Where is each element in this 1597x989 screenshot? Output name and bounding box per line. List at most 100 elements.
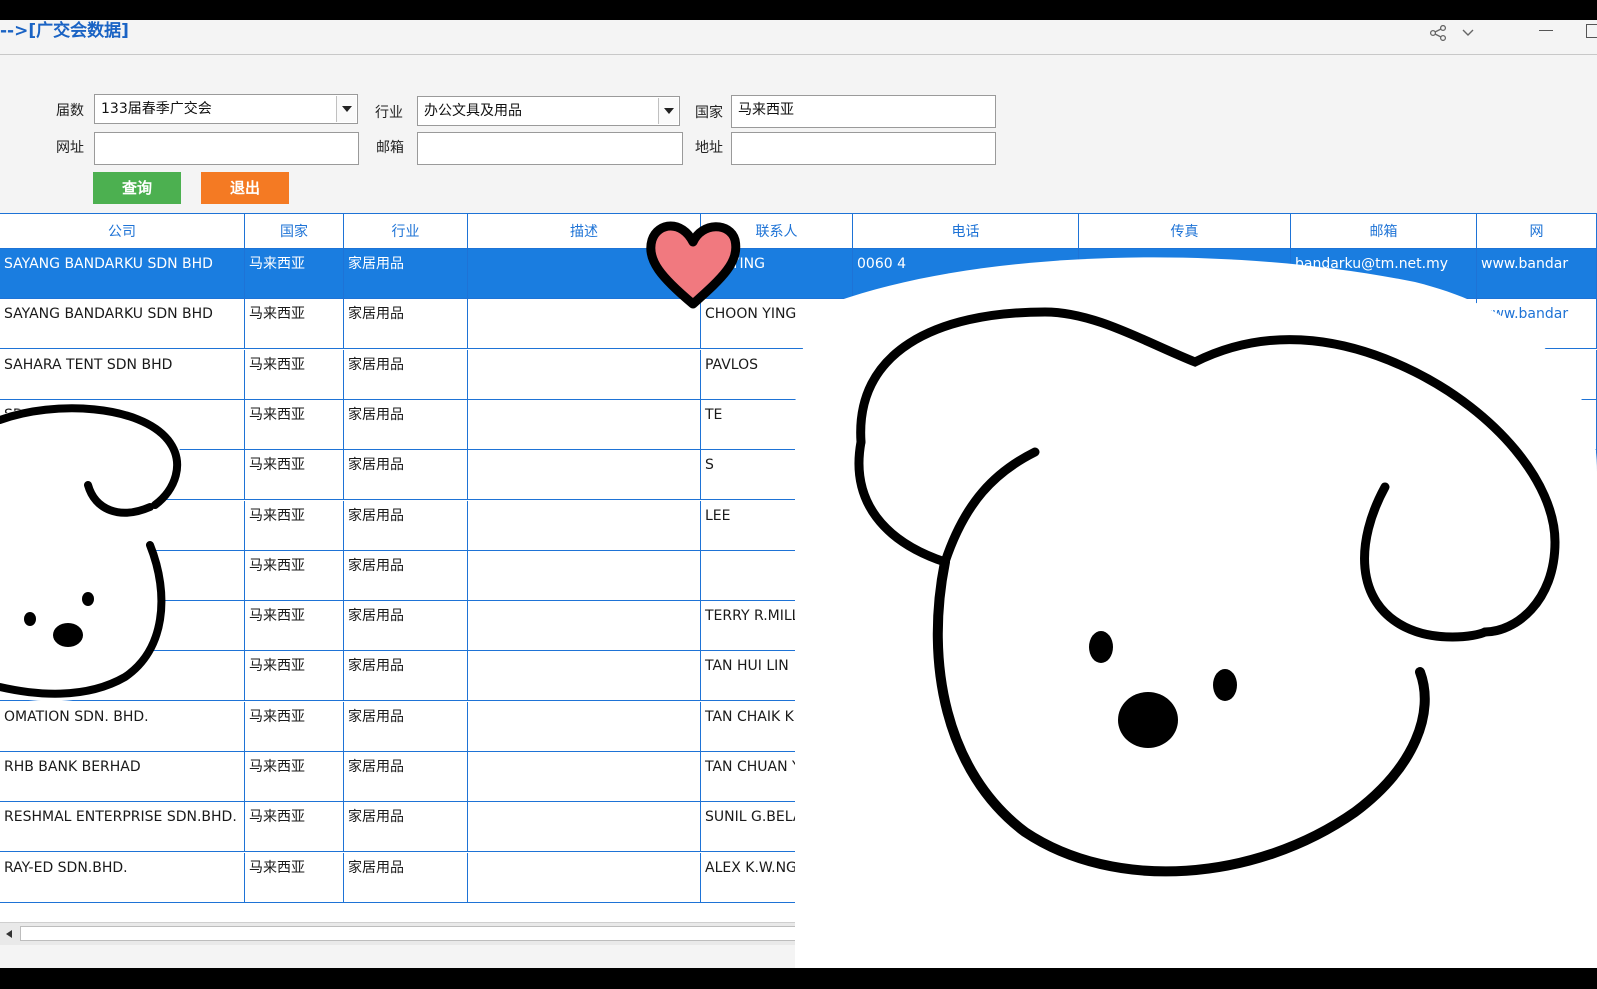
table-row[interactable]: RHB BANK BERHAD 马来西亚 家居用品 TAN CHUAN YU 0060 U… (0, 752, 1597, 802)
table-cell-phone (853, 550, 1079, 600)
table-cell-desc (468, 852, 701, 902)
table-cell-web: www.bandar (1477, 249, 1597, 298)
table-row[interactable]: E SDN 马来西亚 家居用品 TAN HUI LIN 0060 (0, 651, 1597, 702)
column-header[interactable]: 国家 (245, 214, 344, 248)
table-cell-web (1477, 349, 1597, 399)
table-row[interactable]: SAYANG BANDARKU SDN BHD 马来西亚 家居用品 ON YING 00… (0, 249, 1597, 299)
chevron-down-icon[interactable] (336, 96, 356, 122)
table-row[interactable]: SAYANG BANDARKU SDN BHD 马来西亚 家居用品 CHOON YIN… (0, 299, 1597, 350)
table-cell-web (1477, 651, 1597, 701)
table-cell-industry: 家居用品 (344, 651, 468, 701)
table-row[interactable]: RADERS 马来西亚 家居用品 TERRY R.MILLS 0060 (0, 601, 1597, 652)
table-cell-email (1291, 701, 1477, 751)
minimize-icon[interactable] (1539, 30, 1553, 31)
table-cell-country: 马来西亚 (245, 349, 344, 399)
table-row[interactable]: SAHARA TENT SDN BHD 马来西亚 家居用品 PAVLOS (0, 349, 1597, 400)
industry-select[interactable]: 办公文具及用品 (417, 96, 680, 126)
table-row[interactable]: SDN 马来西亚 家居用品 TE (0, 399, 1597, 450)
table-row[interactable]: OMATION SDN. BHD. 马来西亚 家居用品 TAN CHAIK KHOON… (0, 701, 1597, 752)
column-header[interactable]: 行业 (344, 214, 468, 248)
session-select[interactable]: 133届春季广交会 (94, 94, 358, 124)
table-cell-desc (468, 500, 701, 550)
exit-button[interactable]: 退出 (201, 172, 289, 204)
table-cell-email (1291, 550, 1477, 600)
table-cell-email (1291, 601, 1477, 651)
table-cell-company: SAYANG BANDARKU SDN BHD (0, 299, 245, 349)
query-button[interactable]: 查询 (93, 172, 181, 204)
table-cell-email: ROTALL@21CN.COM;ROT (1291, 852, 1477, 902)
table-cell-phone: 0060 166856828 (853, 852, 1079, 902)
table-row[interactable]: RESHMAL ENTERPRISE SDN.BHD. 马来西亚 家居用品 SUNIL… (0, 802, 1597, 853)
table-cell-fax (1079, 651, 1291, 701)
session-label: 届数 (56, 103, 84, 119)
column-header[interactable]: 网 (1477, 214, 1597, 248)
column-header[interactable]: 邮箱 (1291, 214, 1477, 248)
column-header[interactable]: 描述 (468, 214, 701, 248)
window-title: -->[广交会数据] (0, 21, 129, 41)
table-cell-industry: 家居用品 (344, 299, 468, 349)
table-cell-web (1477, 399, 1597, 449)
table-cell-phone (853, 299, 1079, 349)
table-cell-desc (468, 399, 701, 449)
table-cell-web (1477, 500, 1597, 550)
table-cell-phone: 0060 (853, 651, 1079, 701)
country-input[interactable]: 马来西亚 (731, 95, 996, 128)
table-cell-contact: TAN CHAIK KHOON (701, 701, 853, 751)
share-icon[interactable] (1429, 25, 1447, 41)
table-cell-desc (468, 249, 701, 298)
column-header[interactable]: 公司 (0, 214, 245, 248)
table-cell-industry: 家居用品 (344, 450, 468, 500)
email-label: 邮箱 (376, 140, 404, 156)
table-cell-country: 马来西亚 (245, 852, 344, 902)
scroll-left-arrow-icon[interactable] (2, 927, 16, 941)
scrollbar-thumb[interactable] (20, 926, 1320, 941)
maximize-icon[interactable] (1586, 24, 1597, 38)
table-cell-phone: 0060 3 79543073/795 (853, 802, 1079, 852)
table-row[interactable]: RAY-ED SDN.BHD. 马来西亚 家居用品 ALEX K.W.NG 0060 1… (0, 852, 1597, 903)
table-cell-country: 马来西亚 (245, 399, 344, 449)
email-input[interactable] (417, 132, 683, 165)
app-window: -->[广交会数据] 届数 133届春季广交会 行业 办公文具及用品 国家 马来… (0, 20, 1597, 968)
table-cell-contact (701, 550, 853, 600)
table-header: 公司 国家 行业 描述 联系人 电话 传真 邮箱网 (0, 214, 1597, 249)
website-input[interactable] (94, 132, 359, 165)
table-cell-email (1291, 651, 1477, 701)
table-cell-fax (1079, 299, 1291, 349)
results-table: 公司 国家 行业 描述 联系人 电话 传真 邮箱网 SAYANG BANDARKU SDN B… (0, 213, 1597, 922)
table-cell-fax (1079, 500, 1291, 550)
table-cell-web (1477, 752, 1597, 801)
table-cell-phone: 0060 4 (853, 249, 1079, 298)
table-cell-web: www.bandar (1477, 299, 1597, 349)
table-cell-company: E SDN (0, 651, 245, 701)
address-input[interactable] (731, 132, 996, 165)
table-cell-company: OMATION SDN. BHD. (0, 701, 245, 751)
table-cell-email: U@RHBBA (1291, 752, 1477, 801)
table-row[interactable]: D. 马来西亚 家居用品 (0, 550, 1597, 601)
table-cell-company: SAHARA TENT SDN BHD (0, 349, 245, 399)
table-cell-contact: ON YING (701, 249, 853, 298)
table-cell-country: 马来西亚 (245, 550, 344, 600)
table-cell-country: 马来西亚 (245, 450, 344, 500)
column-header[interactable]: 联系人 (701, 214, 853, 248)
table-cell-company: RAY-ED SDN.BHD. (0, 852, 245, 902)
table-cell-contact: SUNIL G.BELANI (701, 802, 853, 852)
table-cell-fax (1079, 852, 1291, 902)
table-cell-email (1291, 450, 1477, 500)
horizontal-scrollbar[interactable] (0, 922, 1597, 945)
table-row[interactable]: 马来西亚 家居用品 LEE (0, 500, 1597, 551)
table-cell-web (1477, 450, 1597, 500)
table-row[interactable]: 马来西亚 家居用品 S (0, 450, 1597, 501)
chevron-down-icon[interactable] (1461, 28, 1475, 38)
column-header[interactable]: 传真 (1079, 214, 1291, 248)
table-cell-contact: TAN HUI LIN (701, 651, 853, 701)
table-cell-email (1291, 349, 1477, 399)
table-cell-company (0, 500, 245, 550)
table-cell-industry: 家居用品 (344, 752, 468, 801)
chevron-down-icon[interactable] (658, 98, 678, 124)
table-cell-phone (853, 399, 1079, 449)
table-cell-company: RESHMAL ENTERPRISE SDN.BHD. (0, 802, 245, 852)
industry-select-value: 办公文具及用品 (424, 103, 522, 119)
country-label: 国家 (695, 105, 723, 121)
table-cell-industry: 家居用品 (344, 701, 468, 751)
column-header[interactable]: 电话 (853, 214, 1079, 248)
